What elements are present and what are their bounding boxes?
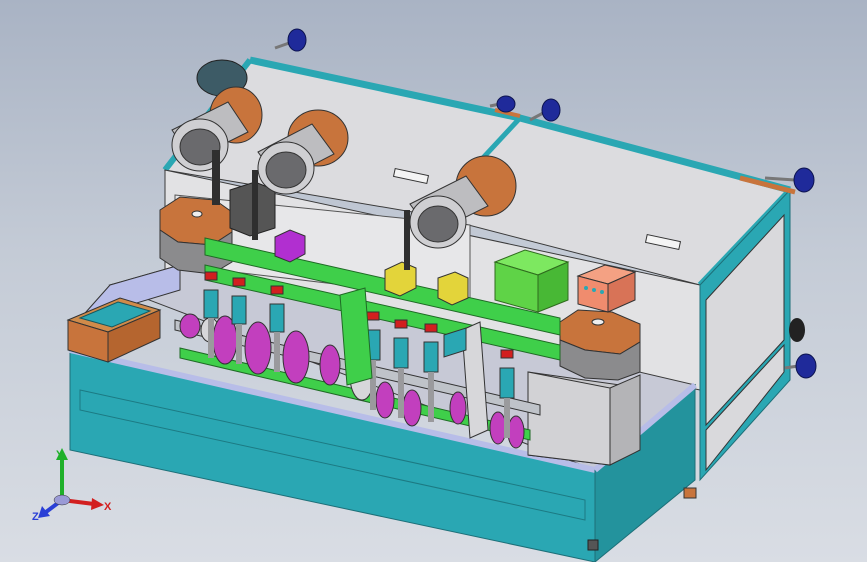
pulley-wheel[interactable]	[489, 411, 507, 445]
z-axis-label: Z	[32, 511, 39, 523]
indicator-light	[584, 286, 588, 290]
indicator-light	[592, 288, 596, 292]
spool-bracket	[252, 170, 258, 240]
left-bearing-block[interactable]	[159, 196, 233, 275]
cad-viewport[interactable]: Y X Z	[0, 0, 867, 562]
pulley-wheel[interactable]	[244, 321, 272, 375]
indicator-light	[600, 290, 604, 294]
pulley-wheel[interactable]	[402, 389, 422, 427]
spool-bracket	[404, 210, 410, 270]
x-axis-head	[91, 498, 104, 510]
leveling-knob[interactable]	[274, 28, 307, 52]
triad-origin	[53, 494, 71, 506]
right-cabinet[interactable]	[527, 371, 641, 466]
spool-bracket	[212, 150, 220, 205]
bearing-bore	[191, 210, 203, 218]
leveling-knob[interactable]	[529, 98, 561, 122]
control-display-box[interactable]	[66, 297, 162, 363]
shaft-coupling	[179, 313, 201, 339]
pulley-wheel[interactable]	[507, 415, 525, 449]
machine-assembly-model[interactable]	[0, 0, 867, 562]
side-wheel	[789, 318, 805, 342]
pulley-wheel[interactable]	[375, 381, 395, 419]
yellow-relay[interactable]	[437, 271, 469, 306]
pulley-wheel[interactable]	[319, 344, 341, 386]
pulley-wheel[interactable]	[282, 330, 310, 384]
y-axis-label: Y	[56, 449, 64, 461]
axis-triad: Y X Z	[32, 448, 112, 523]
pulley-wheel[interactable]	[449, 391, 467, 425]
bearing-bore	[591, 318, 605, 326]
x-axis-label: X	[104, 501, 112, 513]
right-bearing-block[interactable]	[559, 309, 641, 381]
